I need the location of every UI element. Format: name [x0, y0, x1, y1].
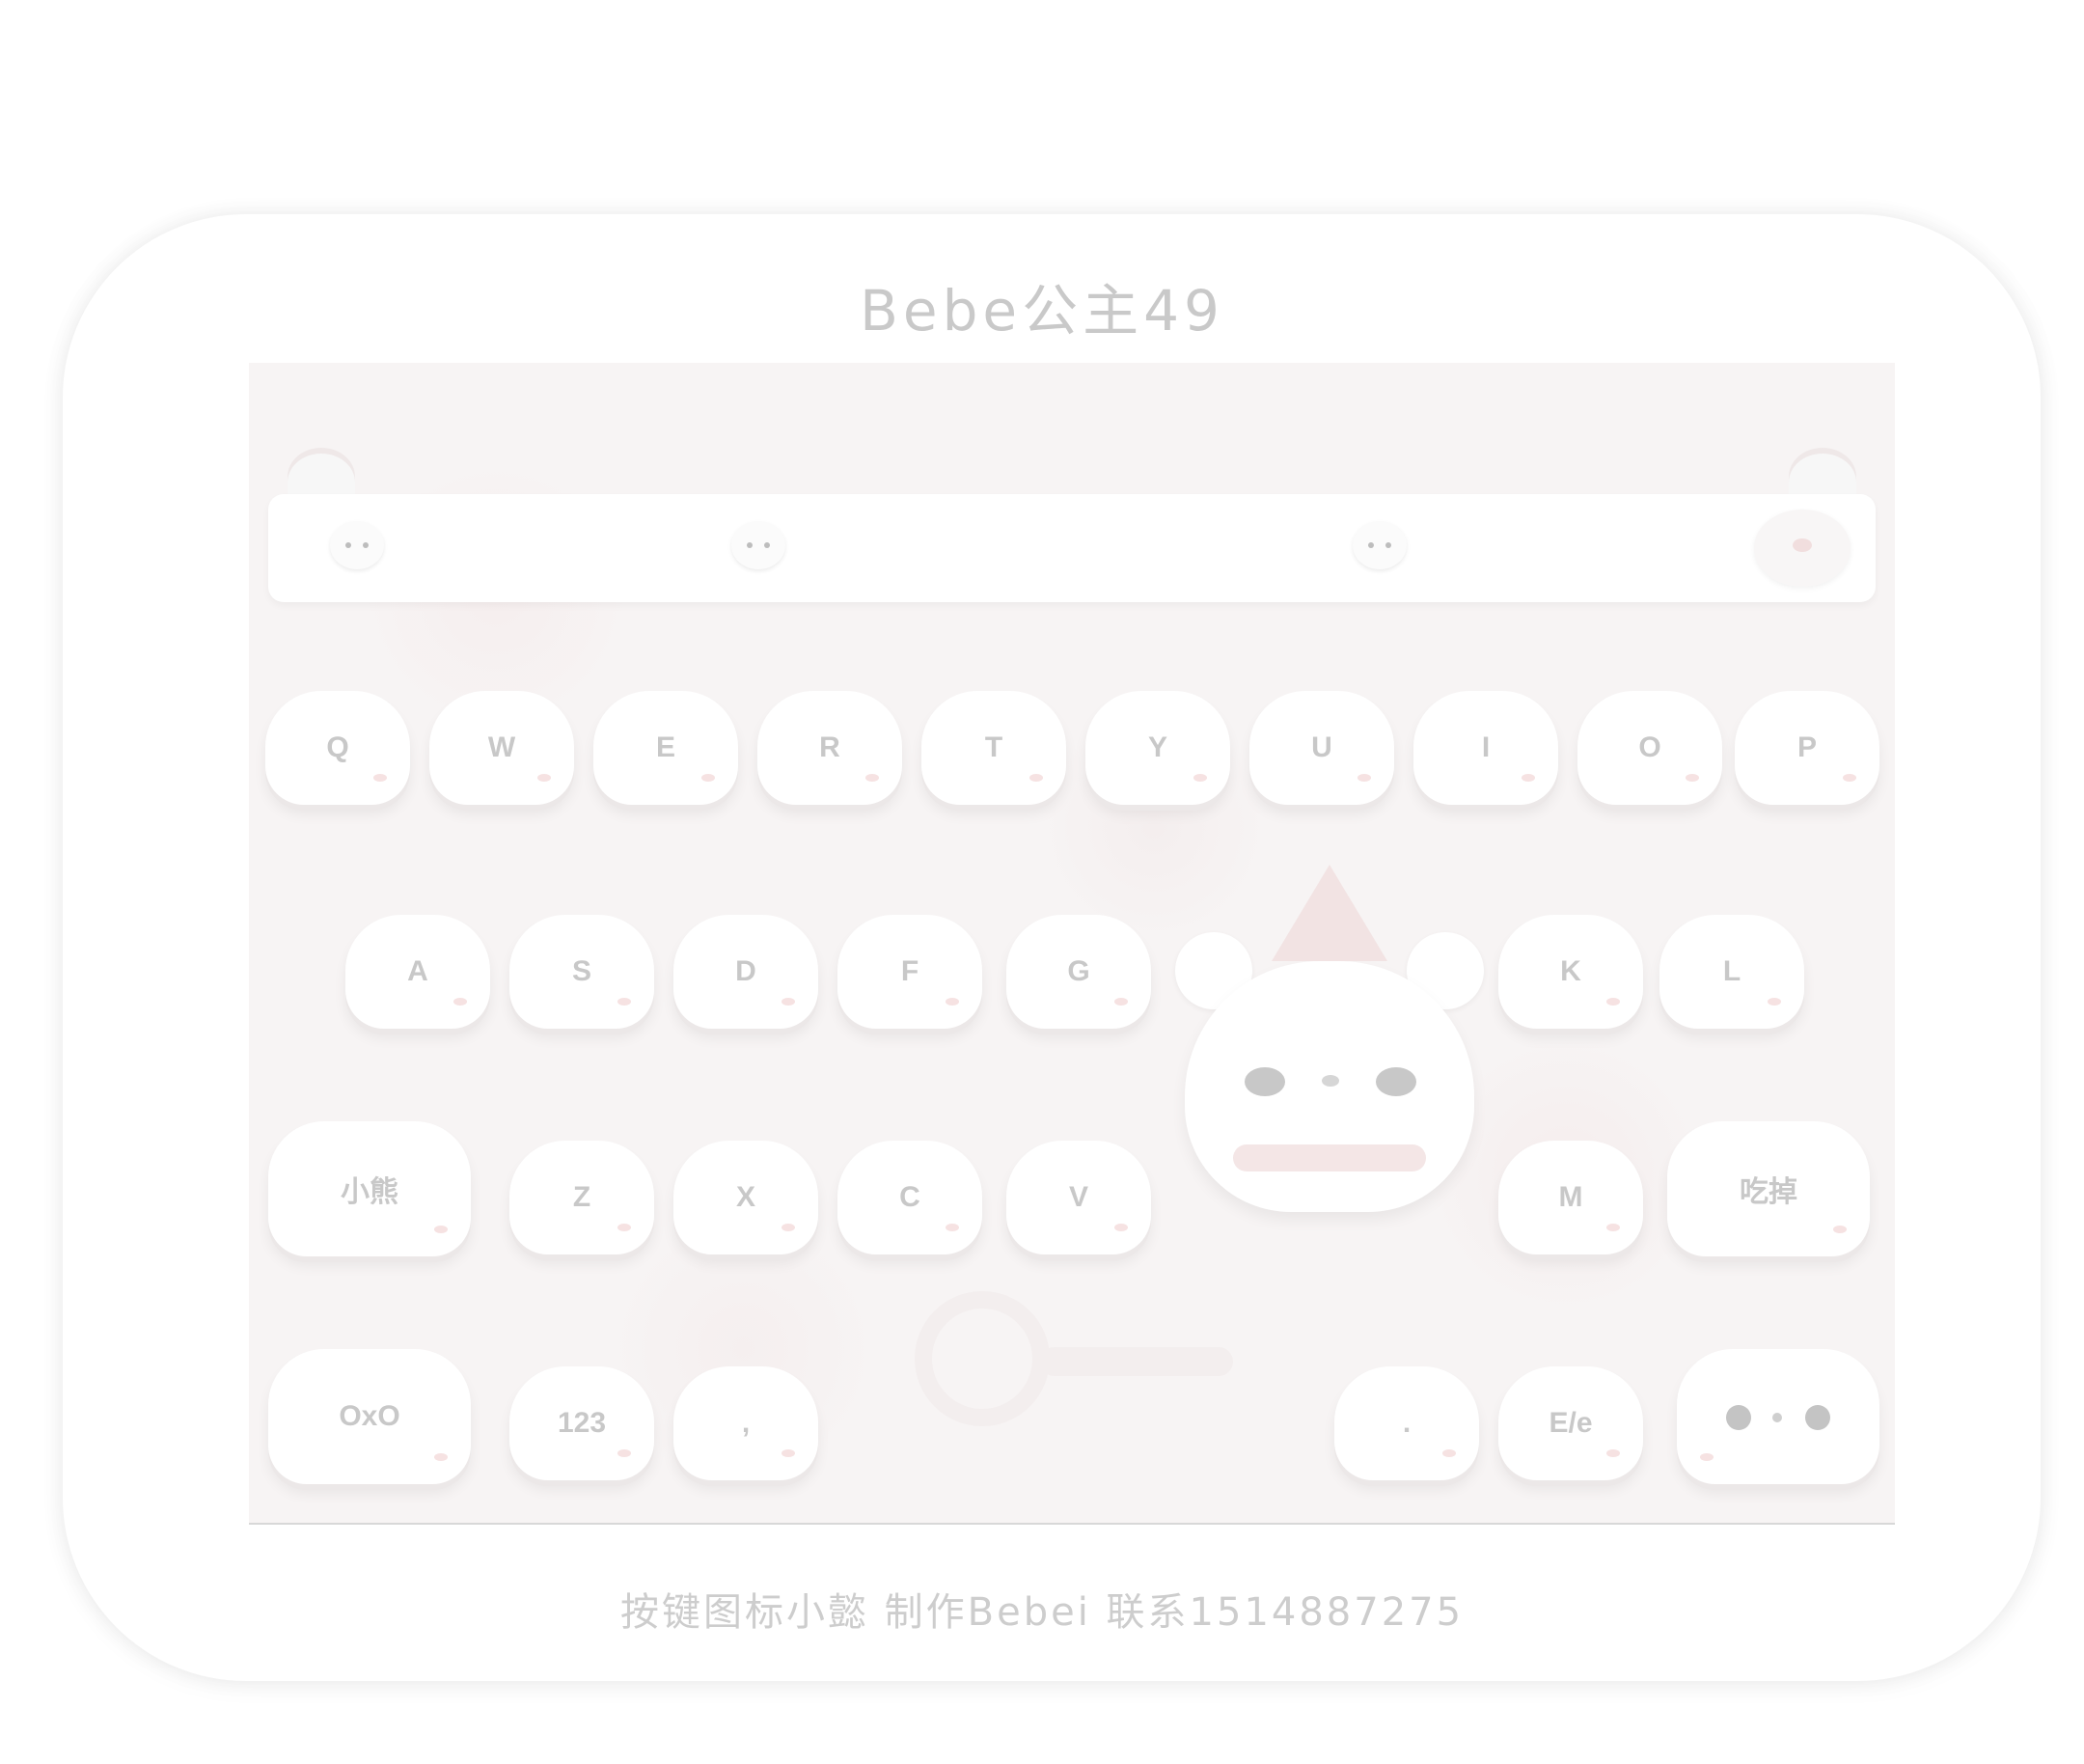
key-y[interactable]: Y [1085, 677, 1230, 805]
key-d[interactable]: D [673, 901, 818, 1029]
key-label: I [1481, 731, 1491, 763]
bear-mascot-illustration [1165, 845, 1494, 1251]
key-label: O [1638, 731, 1661, 763]
key-delete[interactable]: 吃掉 [1667, 1108, 1870, 1256]
key-label: OxO [339, 1400, 400, 1432]
key-p[interactable]: P [1735, 677, 1879, 805]
key-label: , [741, 1407, 751, 1439]
key-f[interactable]: F [837, 901, 982, 1029]
key-z[interactable]: Z [509, 1127, 654, 1254]
key-o[interactable]: O [1577, 677, 1722, 805]
key-bear-mode[interactable]: 小熊 [268, 1108, 471, 1256]
theme-title: Bebe公主49 [860, 278, 1224, 344]
keyboard: Q W E R T Y U I O P A S D F G K L 小熊 Z X… [249, 363, 1895, 1525]
key-label: L [1722, 955, 1741, 987]
key-label: 123 [557, 1407, 607, 1439]
key-emoticon[interactable]: OxO [268, 1336, 471, 1484]
candidate-toolbar [268, 494, 1876, 602]
key-label: A [407, 955, 428, 987]
key-e[interactable]: E [593, 677, 738, 805]
bear-icon[interactable] [727, 513, 789, 575]
key-label: R [819, 731, 840, 763]
key-q[interactable]: Q [265, 677, 410, 805]
key-lang-switch[interactable]: E/e [1498, 1353, 1643, 1480]
bear-face-icon[interactable] [1754, 510, 1851, 587]
key-v[interactable]: V [1006, 1127, 1151, 1254]
key-label: C [899, 1181, 920, 1213]
key-x[interactable]: X [673, 1127, 818, 1254]
key-r[interactable]: R [757, 677, 902, 805]
bear-icon[interactable] [326, 513, 388, 575]
key-t[interactable]: T [921, 677, 1066, 805]
key-label: S [571, 955, 591, 987]
key-label: V [1068, 1181, 1088, 1213]
key-comma[interactable]: , [673, 1353, 818, 1480]
key-label: . [1402, 1407, 1412, 1439]
key-m[interactable]: M [1498, 1127, 1643, 1254]
key-label: E/e [1549, 1407, 1593, 1439]
space-bar-icon [1040, 1347, 1233, 1376]
key-label: P [1796, 731, 1817, 763]
key-a[interactable]: A [345, 901, 490, 1029]
key-label: 吃掉 [1740, 1176, 1797, 1208]
key-label: U [1311, 731, 1332, 763]
key-label: F [900, 955, 919, 987]
key-label: Q [326, 731, 349, 763]
key-l[interactable]: L [1659, 901, 1804, 1029]
key-label: W [487, 731, 516, 763]
key-label: K [1560, 955, 1581, 987]
key-label: E [655, 731, 675, 763]
key-u[interactable]: U [1249, 677, 1394, 805]
key-s[interactable]: S [509, 901, 654, 1029]
key-g[interactable]: G [1006, 901, 1151, 1029]
key-c[interactable]: C [837, 1127, 982, 1254]
key-label: M [1558, 1181, 1583, 1213]
key-w[interactable]: W [429, 677, 574, 805]
key-label: Z [572, 1181, 591, 1213]
bear-icon[interactable] [1349, 513, 1411, 575]
key-label: X [735, 1181, 755, 1213]
key-label: D [735, 955, 756, 987]
key-i[interactable]: I [1413, 677, 1558, 805]
key-enter[interactable] [1677, 1336, 1879, 1484]
space-ring-icon [915, 1291, 1050, 1426]
key-k[interactable]: K [1498, 901, 1643, 1029]
space-key[interactable] [915, 1291, 1243, 1436]
key-label: T [984, 731, 1003, 763]
key-label: Y [1147, 731, 1167, 763]
key-period[interactable]: . [1334, 1353, 1479, 1480]
credits-footer: 按键图标小懿 制作Bebei 联系1514887275 [619, 1590, 1465, 1635]
key-label: G [1067, 955, 1090, 987]
key-label: 小熊 [341, 1176, 398, 1208]
key-numbers[interactable]: 123 [509, 1353, 654, 1480]
bear-face-icon [1720, 1397, 1836, 1436]
